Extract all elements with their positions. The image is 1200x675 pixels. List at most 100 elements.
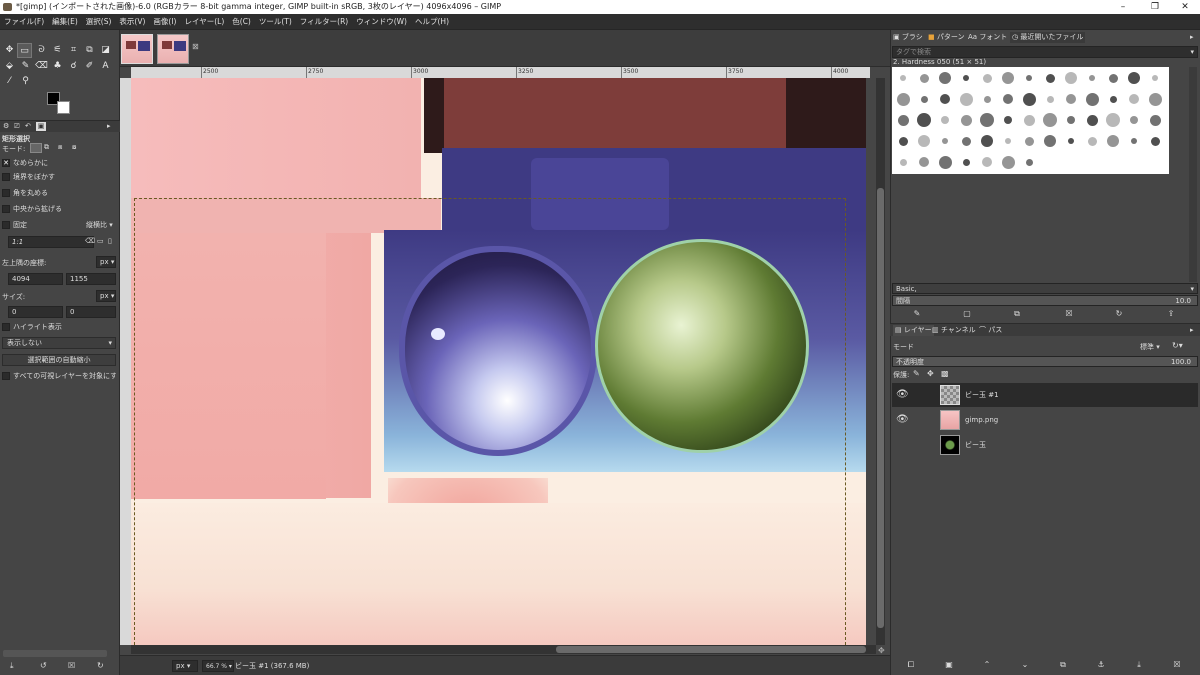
brush-swatch[interactable]: [981, 135, 993, 147]
fixed-mode-dropdown[interactable]: 縦横比 ▾: [86, 220, 113, 230]
brush-swatch[interactable]: [900, 75, 906, 81]
feather-checkbox[interactable]: [2, 173, 10, 181]
brush-swatch[interactable]: [898, 136, 908, 146]
mode-subtract-icon[interactable]: ⧈: [58, 143, 62, 152]
brush-swatch[interactable]: [982, 73, 992, 83]
menu-windows[interactable]: ウィンドウ(W): [352, 14, 411, 30]
tab-paths[interactable]: ⌒ パス: [979, 325, 1002, 336]
position-y-input[interactable]: 1155: [66, 273, 116, 285]
brush-swatch[interactable]: [983, 95, 991, 103]
brush-swatch[interactable]: [982, 157, 992, 167]
size-h-input[interactable]: 0: [66, 306, 116, 318]
brush-swatch[interactable]: [1043, 113, 1057, 127]
brush-swatch[interactable]: [1108, 73, 1118, 83]
fixed-row[interactable]: 固定 縦横比 ▾: [2, 220, 116, 230]
open-brush-icon[interactable]: ⇪: [1164, 308, 1178, 320]
path-tool-icon[interactable]: ✐: [82, 59, 97, 74]
bucket-fill-tool-icon[interactable]: ⬙: [2, 59, 17, 74]
highlight-checkbox[interactable]: [2, 323, 10, 331]
menu-tools[interactable]: ツール(T): [255, 14, 296, 30]
opacity-slider[interactable]: 不透明度 100.0: [892, 356, 1198, 367]
brush-swatch[interactable]: [920, 95, 928, 103]
eraser-tool-icon[interactable]: ⌫: [34, 59, 49, 74]
brush-swatch[interactable]: [917, 113, 931, 127]
brush-swatch[interactable]: [1086, 114, 1098, 126]
mode-add-icon[interactable]: ⧉: [44, 143, 49, 152]
layer-row[interactable]: ビー玉: [892, 433, 1198, 457]
images-tab-icon[interactable]: ▣: [36, 122, 46, 131]
position-unit-select[interactable]: px ▾: [96, 256, 116, 268]
brush-swatch[interactable]: [941, 116, 949, 124]
merge-layer-icon[interactable]: ⤓: [1132, 659, 1146, 671]
brush-swatch[interactable]: [1148, 92, 1162, 106]
brush-swatch[interactable]: [1005, 138, 1011, 144]
brush-swatch[interactable]: [1149, 114, 1161, 126]
eye-icon[interactable]: 👁: [896, 408, 909, 432]
brush-swatch[interactable]: [919, 157, 929, 167]
clone-tool-icon[interactable]: ♣: [50, 59, 65, 74]
lock-pixels-icon[interactable]: ✎: [913, 369, 920, 378]
crop-tool-icon[interactable]: ⌗: [66, 43, 81, 58]
brush-swatch[interactable]: [919, 73, 929, 83]
menu-help[interactable]: ヘルプ(H): [411, 14, 453, 30]
brush-swatch[interactable]: [1044, 135, 1056, 147]
brush-swatch[interactable]: [896, 92, 910, 106]
brush-swatch[interactable]: [1130, 116, 1138, 124]
sample-merged-row[interactable]: すべての可視レイヤーを対象にす: [2, 371, 116, 381]
brush-swatch[interactable]: [1004, 116, 1012, 124]
size-unit-select[interactable]: px ▾: [96, 290, 116, 302]
size-w-input[interactable]: 0: [8, 306, 63, 318]
paintbrush-tool-icon[interactable]: ✎: [18, 59, 33, 74]
brush-swatch[interactable]: [1152, 75, 1158, 81]
tab-patterns[interactable]: ■ パターン: [928, 32, 965, 43]
smudge-tool-icon[interactable]: ☌: [66, 59, 81, 74]
brush-swatch[interactable]: [1068, 138, 1074, 144]
brush-swatch[interactable]: [1065, 72, 1077, 84]
warp-tool-icon[interactable]: ◪: [98, 43, 113, 58]
brush-swatch[interactable]: [899, 158, 907, 166]
minimize-button[interactable]: –: [1108, 0, 1138, 14]
eye-icon[interactable]: 👁: [896, 383, 909, 407]
brush-swatch[interactable]: [1128, 72, 1140, 84]
brush-swatch[interactable]: [1109, 95, 1117, 103]
portrait-icon[interactable]: ▯: [108, 237, 112, 245]
maximize-button[interactable]: ❐: [1140, 0, 1170, 14]
antialias-row[interactable]: ✕ なめらかに: [2, 158, 116, 168]
menu-edit[interactable]: 編集(E): [48, 14, 82, 30]
reset-options-icon[interactable]: ↻: [97, 661, 104, 670]
spacing-slider[interactable]: 間隔 10.0: [892, 295, 1198, 306]
brush-swatch[interactable]: [961, 136, 971, 146]
layer-row[interactable]: 👁 ビー玉 #1: [892, 383, 1198, 407]
reset-mode-icon[interactable]: ↻▾: [1172, 341, 1183, 350]
anchor-layer-icon[interactable]: ⚓: [1094, 659, 1108, 671]
brush-swatch[interactable]: [963, 75, 969, 81]
color-picker-tool-icon[interactable]: ⁄: [2, 74, 17, 89]
lock-alpha-icon[interactable]: ▩: [941, 369, 949, 378]
navigate-icon[interactable]: ✥: [878, 646, 885, 655]
ratio-field[interactable]: 1:1: [8, 236, 94, 248]
menu-view[interactable]: 表示(V): [115, 14, 149, 30]
guides-select[interactable]: 表示しない ▾: [2, 337, 116, 349]
brush-swatch[interactable]: [1106, 113, 1120, 127]
image-canvas[interactable]: [131, 78, 866, 645]
rounded-checkbox[interactable]: [2, 189, 10, 197]
rounded-row[interactable]: 角を丸める: [2, 188, 116, 198]
tool-options-tab-icon[interactable]: ⚙: [3, 122, 9, 130]
refresh-brushes-icon[interactable]: ↻: [1112, 308, 1126, 320]
menu-file[interactable]: ファイル(F): [0, 14, 48, 30]
menu-colors[interactable]: 色(C): [228, 14, 255, 30]
brush-swatch[interactable]: [1067, 116, 1075, 124]
brush-swatch[interactable]: [1087, 136, 1097, 146]
brush-swatch[interactable]: [1026, 75, 1032, 81]
menu-select[interactable]: 選択(S): [82, 14, 116, 30]
layer-row[interactable]: 👁 gimp.png: [892, 408, 1198, 432]
layers-menu-icon[interactable]: ▸: [1190, 326, 1194, 334]
move-tool-icon[interactable]: ✥: [2, 43, 17, 58]
tab-brushes[interactable]: ▣ ブラシ: [893, 32, 923, 43]
horizontal-scrollbar[interactable]: [131, 645, 876, 654]
brush-swatch[interactable]: [1131, 138, 1137, 144]
close-button[interactable]: ✕: [1170, 0, 1200, 14]
brush-swatch[interactable]: [1003, 94, 1013, 104]
layer-mode-select[interactable]: 標準 ▾: [1140, 342, 1160, 352]
vertical-scroll-thumb[interactable]: [877, 188, 884, 628]
